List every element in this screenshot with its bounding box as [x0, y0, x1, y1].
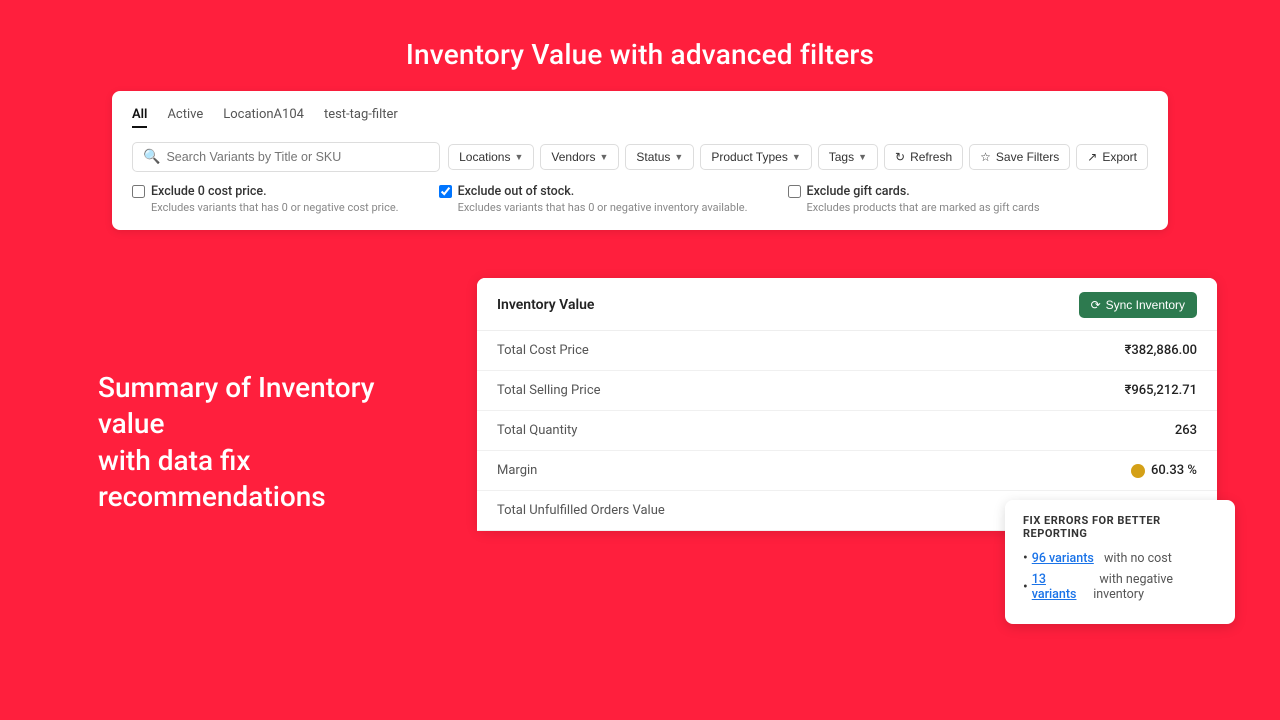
exclude-gift-cards-checkbox[interactable]: [788, 185, 801, 198]
search-input[interactable]: [166, 150, 429, 164]
negative-inventory-text: with negative inventory: [1093, 572, 1217, 602]
locations-label: Locations: [459, 150, 510, 164]
filter-card: All Active LocationA104 test-tag-filter …: [112, 91, 1168, 230]
search-box: 🔍: [132, 142, 440, 172]
search-icon: 🔍: [143, 149, 160, 165]
tab-all[interactable]: All: [132, 107, 147, 128]
margin-row: Margin 60.33 %: [477, 451, 1217, 491]
export-label: Export: [1102, 150, 1137, 164]
left-description: Summary of Inventory valuewith data fixr…: [98, 370, 428, 516]
sync-button-label: Sync Inventory: [1106, 298, 1185, 312]
filter-buttons: Locations ▼ Vendors ▼ Status ▼ Product T…: [448, 144, 1148, 170]
negative-inventory-variants-link[interactable]: 13 variants: [1032, 572, 1089, 602]
inventory-card-header: Inventory Value ⟳ Sync Inventory: [477, 278, 1217, 331]
inventory-card-title: Inventory Value: [497, 297, 594, 313]
total-quantity-value: 263: [1175, 423, 1197, 438]
total-cost-price-value: ₹382,886.00: [1125, 343, 1197, 358]
margin-value: 60.33 %: [1151, 463, 1197, 478]
chevron-down-icon: ▼: [674, 152, 683, 162]
total-quantity-label: Total Quantity: [497, 423, 577, 438]
total-selling-price-label: Total Selling Price: [497, 383, 601, 398]
exclude-cost-checkbox-item: Exclude 0 cost price. Excludes variants …: [132, 184, 399, 214]
fix-errors-list: 96 variants with no cost 13 variants wit…: [1023, 550, 1217, 602]
status-label: Status: [636, 150, 670, 164]
total-unfulfilled-label: Total Unfulfilled Orders Value: [497, 503, 665, 518]
no-cost-variants-link[interactable]: 96 variants: [1032, 551, 1094, 566]
exclude-cost-desc: Excludes variants that has 0 or negative…: [151, 201, 399, 214]
page-title: Inventory Value with advanced filters: [0, 0, 1280, 71]
margin-label: Margin: [497, 463, 537, 478]
total-cost-price-row: Total Cost Price ₹382,886.00: [477, 331, 1217, 371]
tags-filter-button[interactable]: Tags ▼: [818, 144, 878, 170]
exclude-cost-checkbox[interactable]: [132, 185, 145, 198]
refresh-label: Refresh: [910, 150, 952, 164]
exclude-out-of-stock-checkbox-item: Exclude out of stock. Excludes variants …: [439, 184, 748, 214]
exclude-gift-cards-checkbox-item: Exclude gift cards. Excludes products th…: [788, 184, 1040, 214]
chevron-down-icon: ▼: [792, 152, 801, 162]
chevron-down-icon: ▼: [599, 152, 608, 162]
product-types-filter-button[interactable]: Product Types ▼: [700, 144, 811, 170]
total-quantity-row: Total Quantity 263: [477, 411, 1217, 451]
vendors-label: Vendors: [551, 150, 595, 164]
fix-no-cost-item: 96 variants with no cost: [1023, 550, 1217, 566]
filter-tabs: All Active LocationA104 test-tag-filter: [132, 107, 1148, 128]
save-filters-label: Save Filters: [996, 150, 1059, 164]
left-description-text: Summary of Inventory valuewith data fixr…: [98, 371, 375, 513]
tab-active[interactable]: Active: [167, 107, 203, 128]
total-cost-price-label: Total Cost Price: [497, 343, 589, 358]
status-filter-button[interactable]: Status ▼: [625, 144, 694, 170]
margin-value-group: 60.33 %: [1131, 463, 1197, 478]
export-icon: ↗: [1087, 150, 1097, 164]
sync-inventory-button[interactable]: ⟳ Sync Inventory: [1079, 292, 1197, 318]
star-icon: ☆: [980, 150, 991, 164]
exclude-gift-cards-desc: Excludes products that are marked as gif…: [807, 201, 1040, 214]
exclude-out-of-stock-checkbox[interactable]: [439, 185, 452, 198]
refresh-icon: ↻: [895, 150, 905, 164]
tab-location[interactable]: LocationA104: [223, 107, 304, 128]
product-types-label: Product Types: [711, 150, 788, 164]
exclude-gift-cards-label: Exclude gift cards.: [807, 184, 910, 199]
locations-filter-button[interactable]: Locations ▼: [448, 144, 534, 170]
tab-tag[interactable]: test-tag-filter: [324, 107, 398, 128]
inventory-value-card: Inventory Value ⟳ Sync Inventory Total C…: [477, 278, 1217, 531]
fix-errors-title: FIX ERRORS FOR BETTER REPORTING: [1023, 514, 1217, 540]
chevron-down-icon: ▼: [514, 152, 523, 162]
chevron-down-icon: ▼: [858, 152, 867, 162]
no-cost-text: with no cost: [1098, 551, 1172, 566]
save-filters-button[interactable]: ☆ Save Filters: [969, 144, 1070, 170]
fix-errors-panel: FIX ERRORS FOR BETTER REPORTING 96 varia…: [1005, 500, 1235, 624]
refresh-button[interactable]: ↻ Refresh: [884, 144, 963, 170]
total-selling-price-row: Total Selling Price ₹965,212.71: [477, 371, 1217, 411]
total-selling-price-value: ₹965,212.71: [1125, 383, 1197, 398]
export-button[interactable]: ↗ Export: [1076, 144, 1148, 170]
exclude-out-of-stock-desc: Excludes variants that has 0 or negative…: [458, 201, 748, 214]
checkbox-row: Exclude 0 cost price. Excludes variants …: [132, 184, 1148, 214]
tags-label: Tags: [829, 150, 854, 164]
sync-icon: ⟳: [1091, 298, 1101, 312]
fix-negative-inventory-item: 13 variants with negative inventory: [1023, 572, 1217, 602]
filter-row: 🔍 Locations ▼ Vendors ▼ Status ▼ Product…: [132, 142, 1148, 172]
exclude-out-of-stock-label: Exclude out of stock.: [458, 184, 575, 199]
margin-dot-icon: [1131, 464, 1145, 478]
exclude-cost-label: Exclude 0 cost price.: [151, 184, 267, 199]
vendors-filter-button[interactable]: Vendors ▼: [540, 144, 619, 170]
